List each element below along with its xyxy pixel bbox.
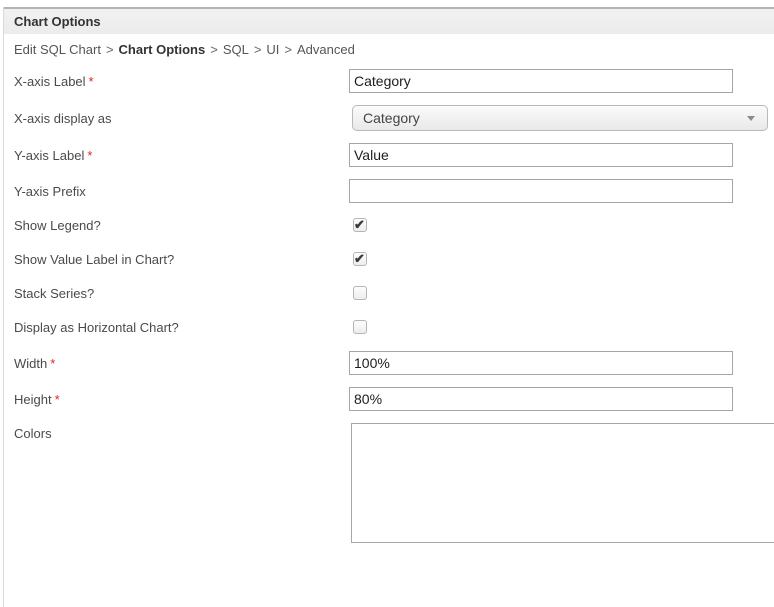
- breadcrumb-separator: >: [254, 42, 262, 57]
- x-axis-display-as-select[interactable]: Category: [352, 105, 768, 131]
- page-title: Chart Options: [14, 14, 101, 29]
- field-label: X-axis display as: [14, 111, 349, 126]
- form-row-width: Width*: [14, 351, 774, 375]
- panel-header: Chart Options: [4, 7, 774, 34]
- field-label: Y-axis Prefix: [14, 184, 349, 199]
- x-axis-display-as-select-wrap: Category: [352, 105, 768, 131]
- y-axis-label-input[interactable]: [349, 143, 733, 167]
- x-axis-label-input[interactable]: [349, 69, 733, 93]
- height-input[interactable]: [349, 387, 733, 411]
- field-label: Show Value Label in Chart?: [14, 252, 349, 267]
- form-row-horizontal-chart: Display as Horizontal Chart?: [14, 317, 774, 337]
- form-row-show-value-label: Show Value Label in Chart?: [14, 249, 774, 269]
- width-input[interactable]: [349, 351, 733, 375]
- colors-textarea[interactable]: [351, 423, 774, 543]
- y-axis-prefix-input[interactable]: [349, 179, 733, 203]
- breadcrumb-item-edit-sql-chart[interactable]: Edit SQL Chart: [14, 42, 101, 57]
- field-label: Height*: [14, 392, 349, 407]
- field-label: Stack Series?: [14, 286, 349, 301]
- field-label: Width*: [14, 356, 349, 371]
- field-label: Colors: [14, 423, 349, 441]
- horizontal-chart-checkbox[interactable]: [353, 320, 367, 334]
- breadcrumb-separator: >: [106, 42, 114, 57]
- form-row-y-axis-prefix: Y-axis Prefix: [14, 179, 774, 203]
- breadcrumb-item-chart-options[interactable]: Chart Options: [119, 42, 206, 57]
- required-marker: *: [55, 392, 60, 407]
- breadcrumb-item-advanced[interactable]: Advanced: [297, 42, 355, 57]
- field-label: Display as Horizontal Chart?: [14, 320, 349, 335]
- required-marker: *: [89, 74, 94, 89]
- form-row-x-axis-display-as: X-axis display as Category: [14, 105, 774, 131]
- required-marker: *: [87, 148, 92, 163]
- breadcrumb: Edit SQL Chart > Chart Options > SQL > UI > Adva…: [4, 34, 774, 69]
- field-label: Show Legend?: [14, 218, 349, 233]
- chart-options-form: X-axis Label* X-axis display as Category…: [4, 69, 774, 543]
- stack-series-checkbox[interactable]: [353, 286, 367, 300]
- chart-options-panel: Chart Options Edit SQL Chart > Chart Optio…: [3, 7, 774, 607]
- field-label: Y-axis Label*: [14, 148, 349, 163]
- breadcrumb-item-sql[interactable]: SQL: [223, 42, 249, 57]
- required-marker: *: [50, 356, 55, 371]
- show-value-label-checkbox[interactable]: [353, 252, 367, 266]
- breadcrumb-separator: >: [284, 42, 292, 57]
- show-legend-checkbox[interactable]: [353, 218, 367, 232]
- form-row-show-legend: Show Legend?: [14, 215, 774, 235]
- field-label: X-axis Label*: [14, 74, 349, 89]
- form-row-y-axis-label: Y-axis Label*: [14, 143, 774, 167]
- form-row-stack-series: Stack Series?: [14, 283, 774, 303]
- form-row-x-axis-label: X-axis Label*: [14, 69, 774, 93]
- breadcrumb-separator: >: [210, 42, 218, 57]
- form-row-height: Height*: [14, 387, 774, 411]
- form-row-colors: Colors: [14, 423, 774, 543]
- breadcrumb-item-ui[interactable]: UI: [266, 42, 279, 57]
